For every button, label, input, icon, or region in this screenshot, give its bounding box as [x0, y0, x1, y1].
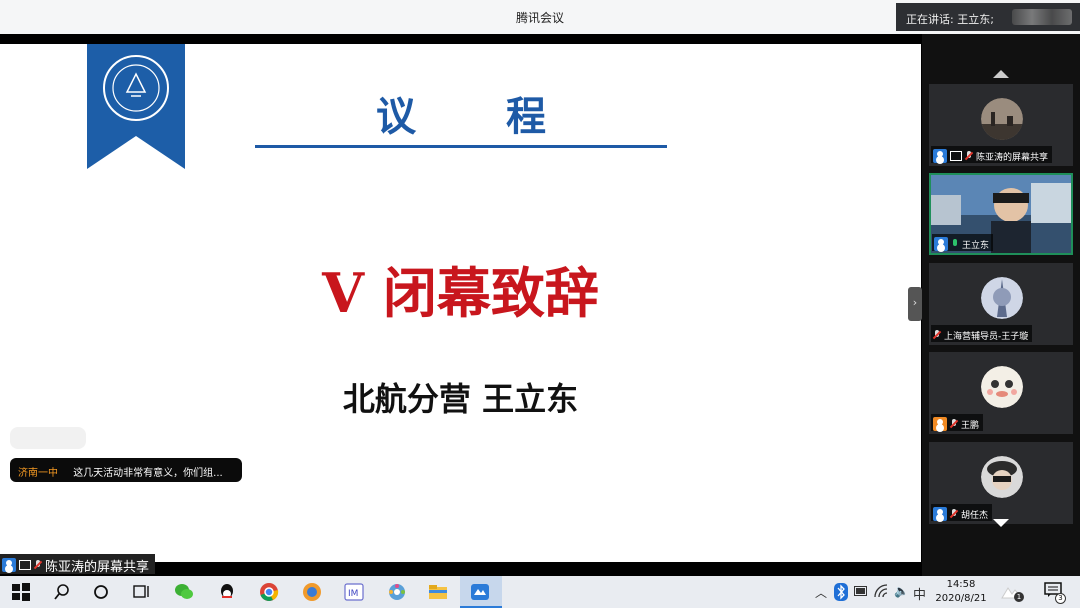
notification-center-button[interactable]: 3 [1044, 582, 1066, 604]
chat-sender: 济南一中 [18, 468, 58, 479]
battery-icon [854, 586, 867, 596]
chat-message: 这几天活动非常有意义，你们组... [73, 468, 223, 479]
ime-indicator[interactable]: 中 [913, 584, 926, 603]
browser-icon[interactable] [302, 582, 322, 602]
windows-taskbar: IM ︿ 🔈 中 14:58 2020/8/21 1 3 [0, 576, 1080, 608]
slide-subtitle: 北航分营 王立东 [342, 380, 579, 418]
screen-share-icon [19, 560, 31, 570]
participant-name: 胡任杰 [961, 510, 989, 521]
folder-icon[interactable] [428, 582, 448, 602]
avatar [981, 98, 1023, 140]
university-emblem-icon [87, 44, 185, 169]
host-icon [934, 237, 948, 251]
wifi-icon[interactable] [874, 584, 888, 598]
mic-muted-icon [34, 559, 42, 571]
participant-name: 王立东 [962, 240, 990, 251]
bluetooth-icon[interactable] [834, 583, 848, 601]
avatar [981, 456, 1023, 498]
participant-label: 胡任杰 [931, 504, 993, 521]
window-titlebar: 腾讯会议 正在讲话: 王立东; [0, 0, 1080, 34]
tray-expand-icon[interactable]: ︿ [815, 584, 827, 601]
app-icon[interactable]: IM [344, 582, 364, 602]
mic-muted-icon [933, 329, 941, 341]
media-icon[interactable] [387, 582, 407, 602]
scroll-down-icon[interactable] [993, 519, 1009, 527]
participant-tile[interactable]: 王立东 [929, 173, 1073, 255]
scroll-up-icon[interactable] [993, 70, 1009, 78]
collapse-panel-button[interactable]: › [908, 287, 922, 321]
participant-tile[interactable]: 王鹏 [929, 352, 1073, 434]
mic-muted-icon [965, 150, 973, 162]
cortana-icon[interactable] [91, 582, 111, 602]
task-view-icon[interactable] [131, 582, 151, 602]
speaking-indicator: 正在讲话: 王立东; [896, 3, 1080, 31]
screen-share-icon [950, 151, 962, 161]
avatar [981, 277, 1023, 319]
wechat-icon[interactable] [174, 582, 194, 602]
host-icon [933, 149, 947, 163]
participant-tile[interactable]: 上海营辅导员-王子璇 [929, 263, 1073, 345]
mic-muted-icon [950, 418, 958, 430]
mic-on-icon [951, 238, 959, 250]
participant-tile[interactable]: 陈亚涛的屏幕共享 [929, 84, 1073, 166]
participant-label: 王立东 [932, 234, 994, 251]
chat-bubble[interactable]: 济南一中 这几天活动非常有意义，你们组... [10, 458, 242, 482]
slide-heading: V 闭幕致辞 [322, 261, 599, 325]
speaking-label: 正在讲话: 王立东; [906, 13, 994, 26]
windows-start-icon[interactable] [11, 582, 31, 602]
shared-slide: 议 程 V 闭幕致辞 北航分营 王立东 [0, 44, 921, 562]
volume-icon[interactable]: 🔈 [894, 584, 909, 598]
qq-icon[interactable] [217, 582, 237, 602]
svg-text:IM: IM [348, 589, 358, 599]
participant-label: 上海营辅导员-王子璇 [931, 325, 1033, 342]
notification-toast [10, 427, 86, 449]
slide-title: 议 程 [376, 94, 584, 140]
clock-time: 14:58 [946, 579, 976, 590]
signal-icon [1012, 9, 1072, 25]
share-label: 陈亚涛的屏幕共享 [45, 559, 150, 575]
app-tray-icon[interactable]: 1 [1000, 582, 1024, 602]
tencent-meeting-icon[interactable] [470, 582, 490, 602]
participant-tile[interactable]: 胡任杰 [929, 442, 1073, 524]
participant-label: 王鹏 [931, 414, 984, 431]
host-icon [933, 507, 947, 521]
meeting-stage: 议 程 V 闭幕致辞 北航分营 王立东 济南一中 这几天活动非常有意义，你们组.… [0, 34, 1080, 576]
host-icon [2, 558, 16, 572]
slide-divider [255, 145, 667, 148]
taskbar-clock[interactable]: 14:58 2020/8/21 [930, 578, 992, 606]
mic-muted-icon [950, 508, 958, 520]
screen-share-bar[interactable]: 陈亚涛的屏幕共享 [0, 554, 156, 575]
participant-name: 陈亚涛的屏幕共享 [976, 152, 1049, 163]
participant-name: 上海营辅导员-王子璇 [944, 331, 1029, 342]
guest-icon [933, 417, 947, 431]
chrome-icon[interactable] [259, 582, 279, 602]
participant-name: 王鹏 [961, 420, 980, 431]
notification-count: 3 [1055, 593, 1066, 604]
tray-badge: 1 [1014, 592, 1024, 602]
clock-date: 2020/8/21 [935, 593, 987, 604]
avatar [981, 366, 1023, 408]
search-icon[interactable] [52, 582, 72, 602]
participant-label: 陈亚涛的屏幕共享 [931, 146, 1053, 163]
